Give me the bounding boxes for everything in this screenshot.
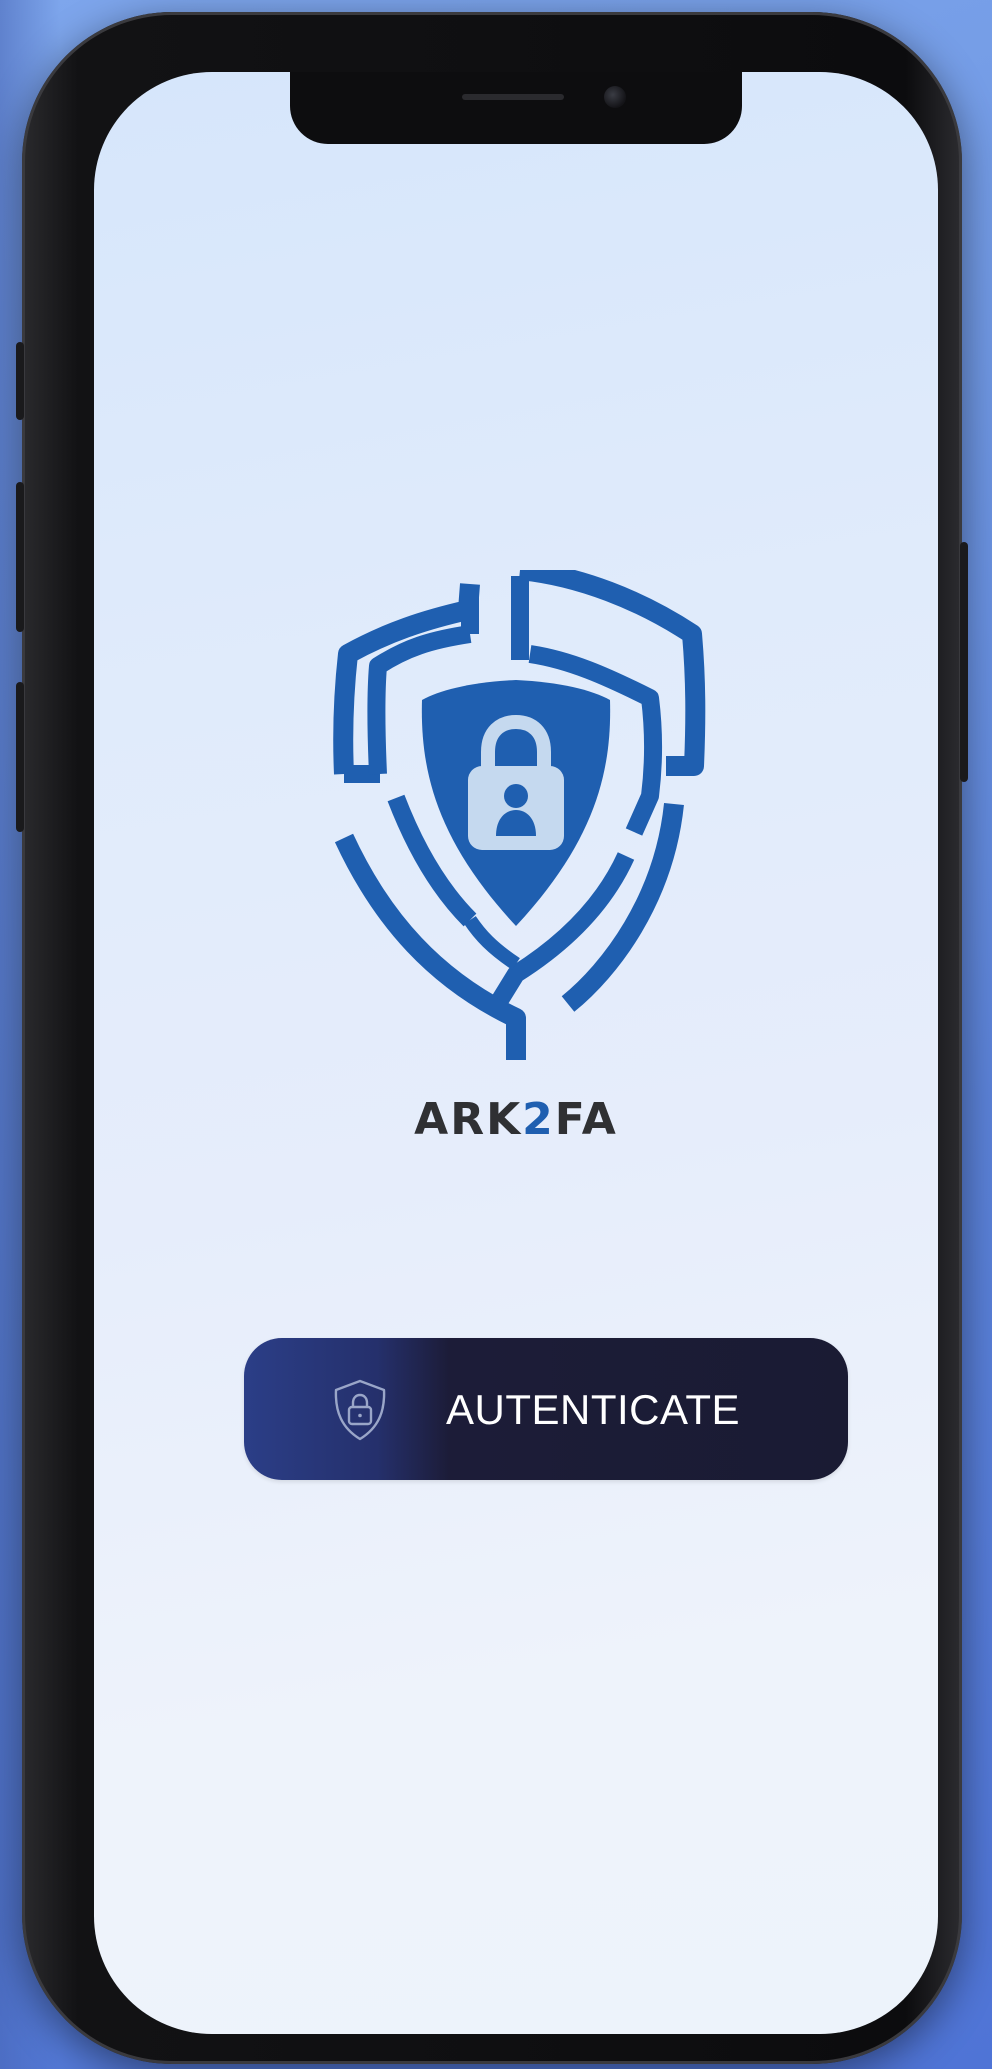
phone-side-button-volume-up xyxy=(16,482,24,632)
shield-lock-icon xyxy=(334,1379,386,1441)
phone-side-button-volume-down xyxy=(16,682,24,832)
brand-number: 2 xyxy=(522,1094,555,1145)
app-screen: ARK2FA AUTENTICATE xyxy=(94,72,938,2034)
speaker-grille xyxy=(462,94,564,100)
app-brand-title: ARK2FA xyxy=(94,1094,938,1145)
authenticate-button[interactable]: AUTENTICATE xyxy=(244,1338,848,1480)
phone-side-button-mute xyxy=(16,342,24,420)
brand-prefix: ARK xyxy=(414,1094,523,1145)
phone-notch xyxy=(290,72,742,144)
shield-lock-logo-icon xyxy=(333,570,706,1060)
authenticate-button-label: AUTENTICATE xyxy=(446,1386,741,1433)
brand-suffix: FA xyxy=(554,1094,618,1145)
phone-side-button-power xyxy=(960,542,968,782)
front-camera xyxy=(604,86,626,108)
phone-frame: ARK2FA AUTENTICATE xyxy=(16,12,968,2064)
